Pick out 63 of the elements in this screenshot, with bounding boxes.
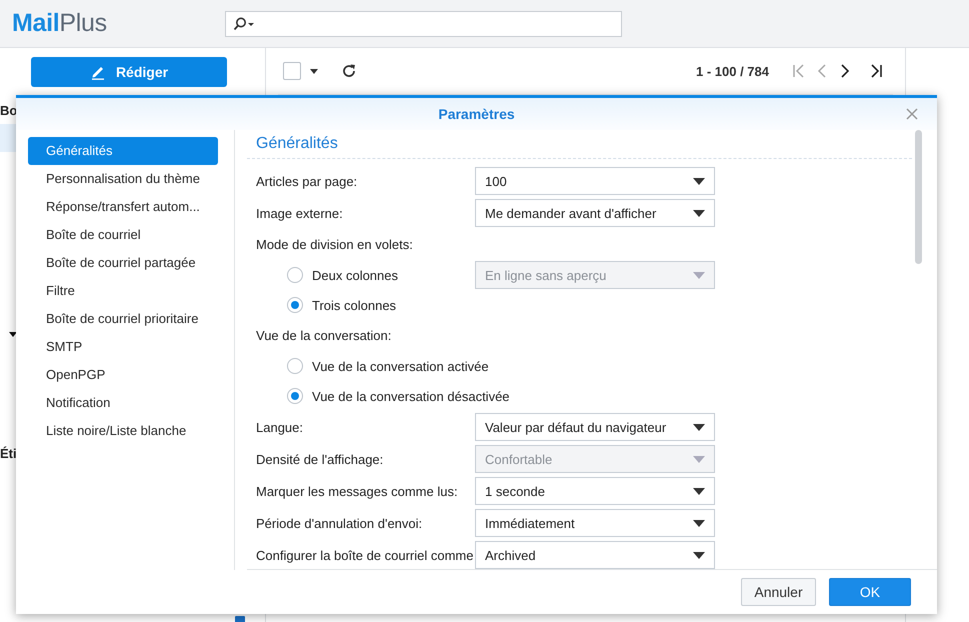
- settings-nav-item[interactable]: Filtre: [28, 277, 218, 305]
- dropdown-arrow-icon: [693, 552, 705, 558]
- dropdown-arrow-icon: [693, 210, 705, 216]
- radio-label[interactable]: Trois colonnes: [312, 298, 396, 312]
- sidebar-heading: Éti: [0, 446, 17, 461]
- dropdown[interactable]: Immédiatement: [475, 509, 715, 537]
- setting-label: Période d'annulation d'envoi:: [256, 516, 424, 530]
- settings-nav-item[interactable]: Généralités: [28, 137, 218, 165]
- radio-label[interactable]: Deux colonnes: [312, 268, 398, 282]
- settings-nav-item[interactable]: Boîte de courriel: [28, 221, 218, 249]
- setting-label: Marquer les messages comme lus:: [256, 484, 459, 498]
- dropdown[interactable]: Me demander avant d'afficher: [475, 199, 715, 227]
- setting-label: Mode de division en volets:: [256, 237, 414, 252]
- setting-label: Image externe:: [256, 206, 344, 220]
- settings-nav-item[interactable]: Réponse/transfert autom...: [28, 193, 218, 221]
- dropdown-arrow-icon: [693, 456, 705, 462]
- setting-label: Langue:: [256, 420, 304, 434]
- section-title: Généralités: [247, 130, 912, 159]
- setting-label: Configurer la boîte de courriel comme: [256, 548, 474, 562]
- settings-nav-item[interactable]: Boîte de courriel prioritaire: [28, 305, 218, 333]
- settings-nav-item[interactable]: Notification: [28, 389, 218, 417]
- refresh-icon[interactable]: [341, 63, 357, 79]
- caret-icon[interactable]: [9, 332, 17, 337]
- dropdown[interactable]: Archived: [475, 541, 715, 569]
- select-all-checkbox[interactable]: [283, 62, 301, 80]
- first-page-icon[interactable]: [792, 64, 806, 78]
- search-icon: [233, 16, 255, 30]
- selected-folder-highlight[interactable]: [0, 124, 16, 152]
- pencil-icon: [90, 64, 106, 80]
- setting-label: Densité de l'affichage:: [256, 452, 384, 466]
- mailplus-logo: MailPlus: [11, 9, 108, 38]
- caret-icon[interactable]: [310, 68, 318, 74]
- dropdown-arrow-icon: [693, 488, 705, 494]
- compose-button[interactable]: Rédiger: [31, 57, 227, 87]
- sidebar-heading: Bo: [0, 103, 18, 118]
- dropdown[interactable]: 1 seconde: [475, 477, 715, 505]
- settings-nav-item[interactable]: SMTP: [28, 333, 218, 361]
- dialog-title: Paramètres: [438, 106, 515, 122]
- dropdown-arrow-icon: [693, 520, 705, 526]
- radio-button[interactable]: [287, 388, 303, 404]
- cancel-button[interactable]: Annuler: [741, 578, 816, 606]
- radio-button[interactable]: [287, 297, 303, 313]
- ok-button[interactable]: OK: [829, 578, 911, 606]
- settings-nav-item[interactable]: OpenPGP: [28, 361, 218, 389]
- scrollbar-thumb[interactable]: [915, 130, 922, 264]
- dropdown-arrow-icon: [693, 424, 705, 430]
- setting-label: Vue de la conversation:: [256, 328, 392, 343]
- setting-label: Articles par page:: [256, 174, 358, 188]
- settings-nav-item[interactable]: Liste noire/Liste blanche: [28, 417, 218, 445]
- search-field[interactable]: [225, 10, 622, 36]
- settings-nav-item[interactable]: Personnalisation du thème: [28, 165, 218, 193]
- dropdown-arrow-icon: [693, 178, 705, 184]
- radio-label[interactable]: Vue de la conversation activée: [312, 358, 489, 374]
- settings-nav-item[interactable]: Boîte de courriel partagée: [28, 249, 218, 277]
- dropdown-arrow-icon: [693, 272, 705, 278]
- radio-button[interactable]: [287, 358, 303, 374]
- last-page-icon[interactable]: [869, 64, 883, 78]
- close-icon[interactable]: [906, 108, 918, 120]
- dropdown[interactable]: Valeur par défaut du navigateur: [475, 413, 715, 441]
- pagination-text: 1 - 100 / 784: [696, 64, 769, 78]
- dropdown[interactable]: 100: [475, 167, 715, 195]
- radio-label[interactable]: Vue de la conversation désactivée: [312, 388, 510, 404]
- radio-button[interactable]: [287, 267, 303, 283]
